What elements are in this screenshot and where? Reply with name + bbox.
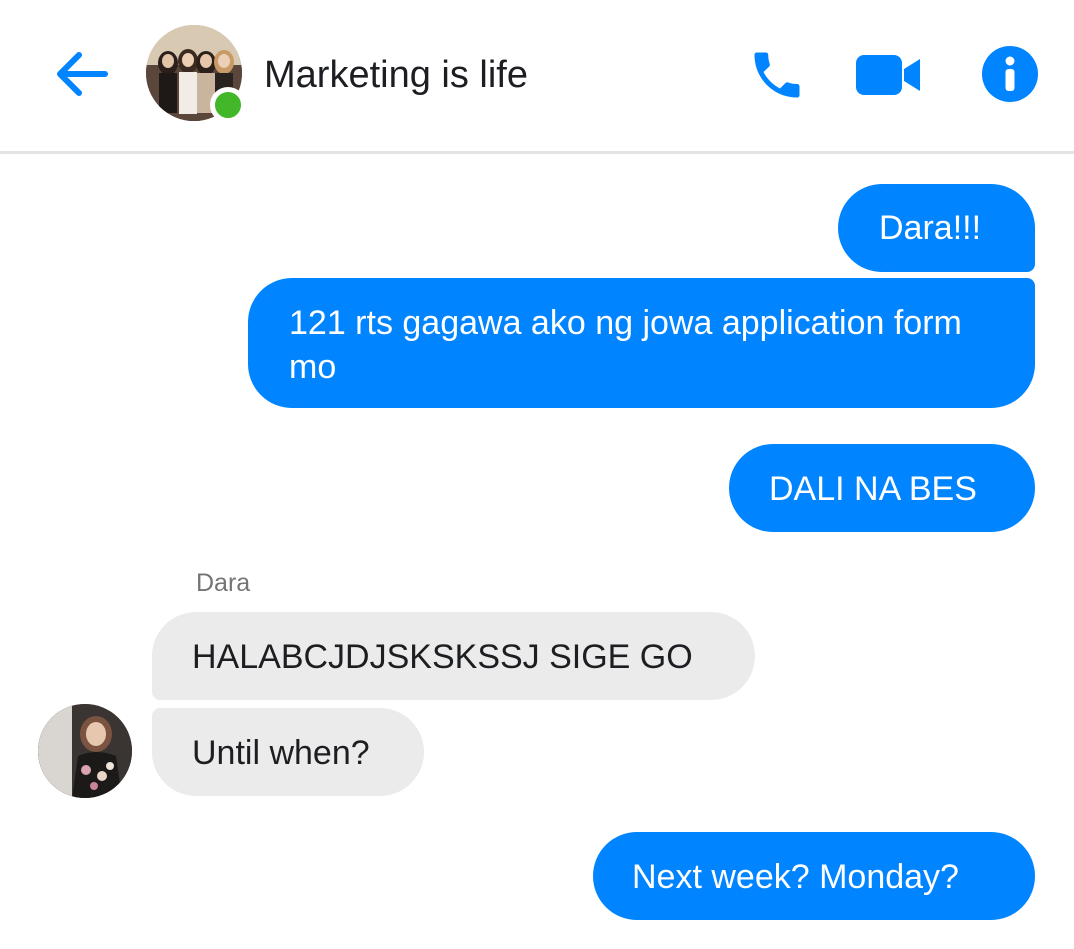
incoming-message[interactable]: Until when? (152, 708, 424, 796)
outgoing-message[interactable]: DALI NA BES (729, 444, 1035, 532)
phone-icon (754, 52, 800, 98)
group-avatar-container[interactable] (146, 25, 246, 123)
conversation-title[interactable]: Marketing is life (264, 53, 528, 97)
header-divider (0, 151, 1074, 154)
online-status-dot (210, 87, 246, 123)
outgoing-message[interactable]: 121 rts gagawa ako ng jowa application f… (248, 278, 1035, 408)
video-call-button[interactable] (852, 50, 924, 100)
outgoing-message[interactable]: Dara!!! (838, 184, 1035, 272)
outgoing-message[interactable]: Next week? Monday? (593, 832, 1035, 920)
conversation-header: Marketing is life (0, 0, 1074, 151)
sender-photo-image (38, 704, 132, 798)
incoming-message[interactable]: HALABCJDJSKSKSSJ SIGE GO (152, 612, 755, 700)
messenger-conversation: Marketing is life Dara!!! 121 rts gagawa… (0, 0, 1074, 949)
video-camera-icon (856, 55, 920, 95)
back-button[interactable] (50, 46, 112, 102)
info-icon (982, 46, 1038, 102)
arrow-left-icon (57, 52, 108, 96)
conversation-info-button[interactable] (980, 44, 1040, 104)
voice-call-button[interactable] (744, 44, 810, 106)
sender-avatar[interactable] (38, 704, 132, 798)
sender-name: Dara (196, 569, 251, 597)
